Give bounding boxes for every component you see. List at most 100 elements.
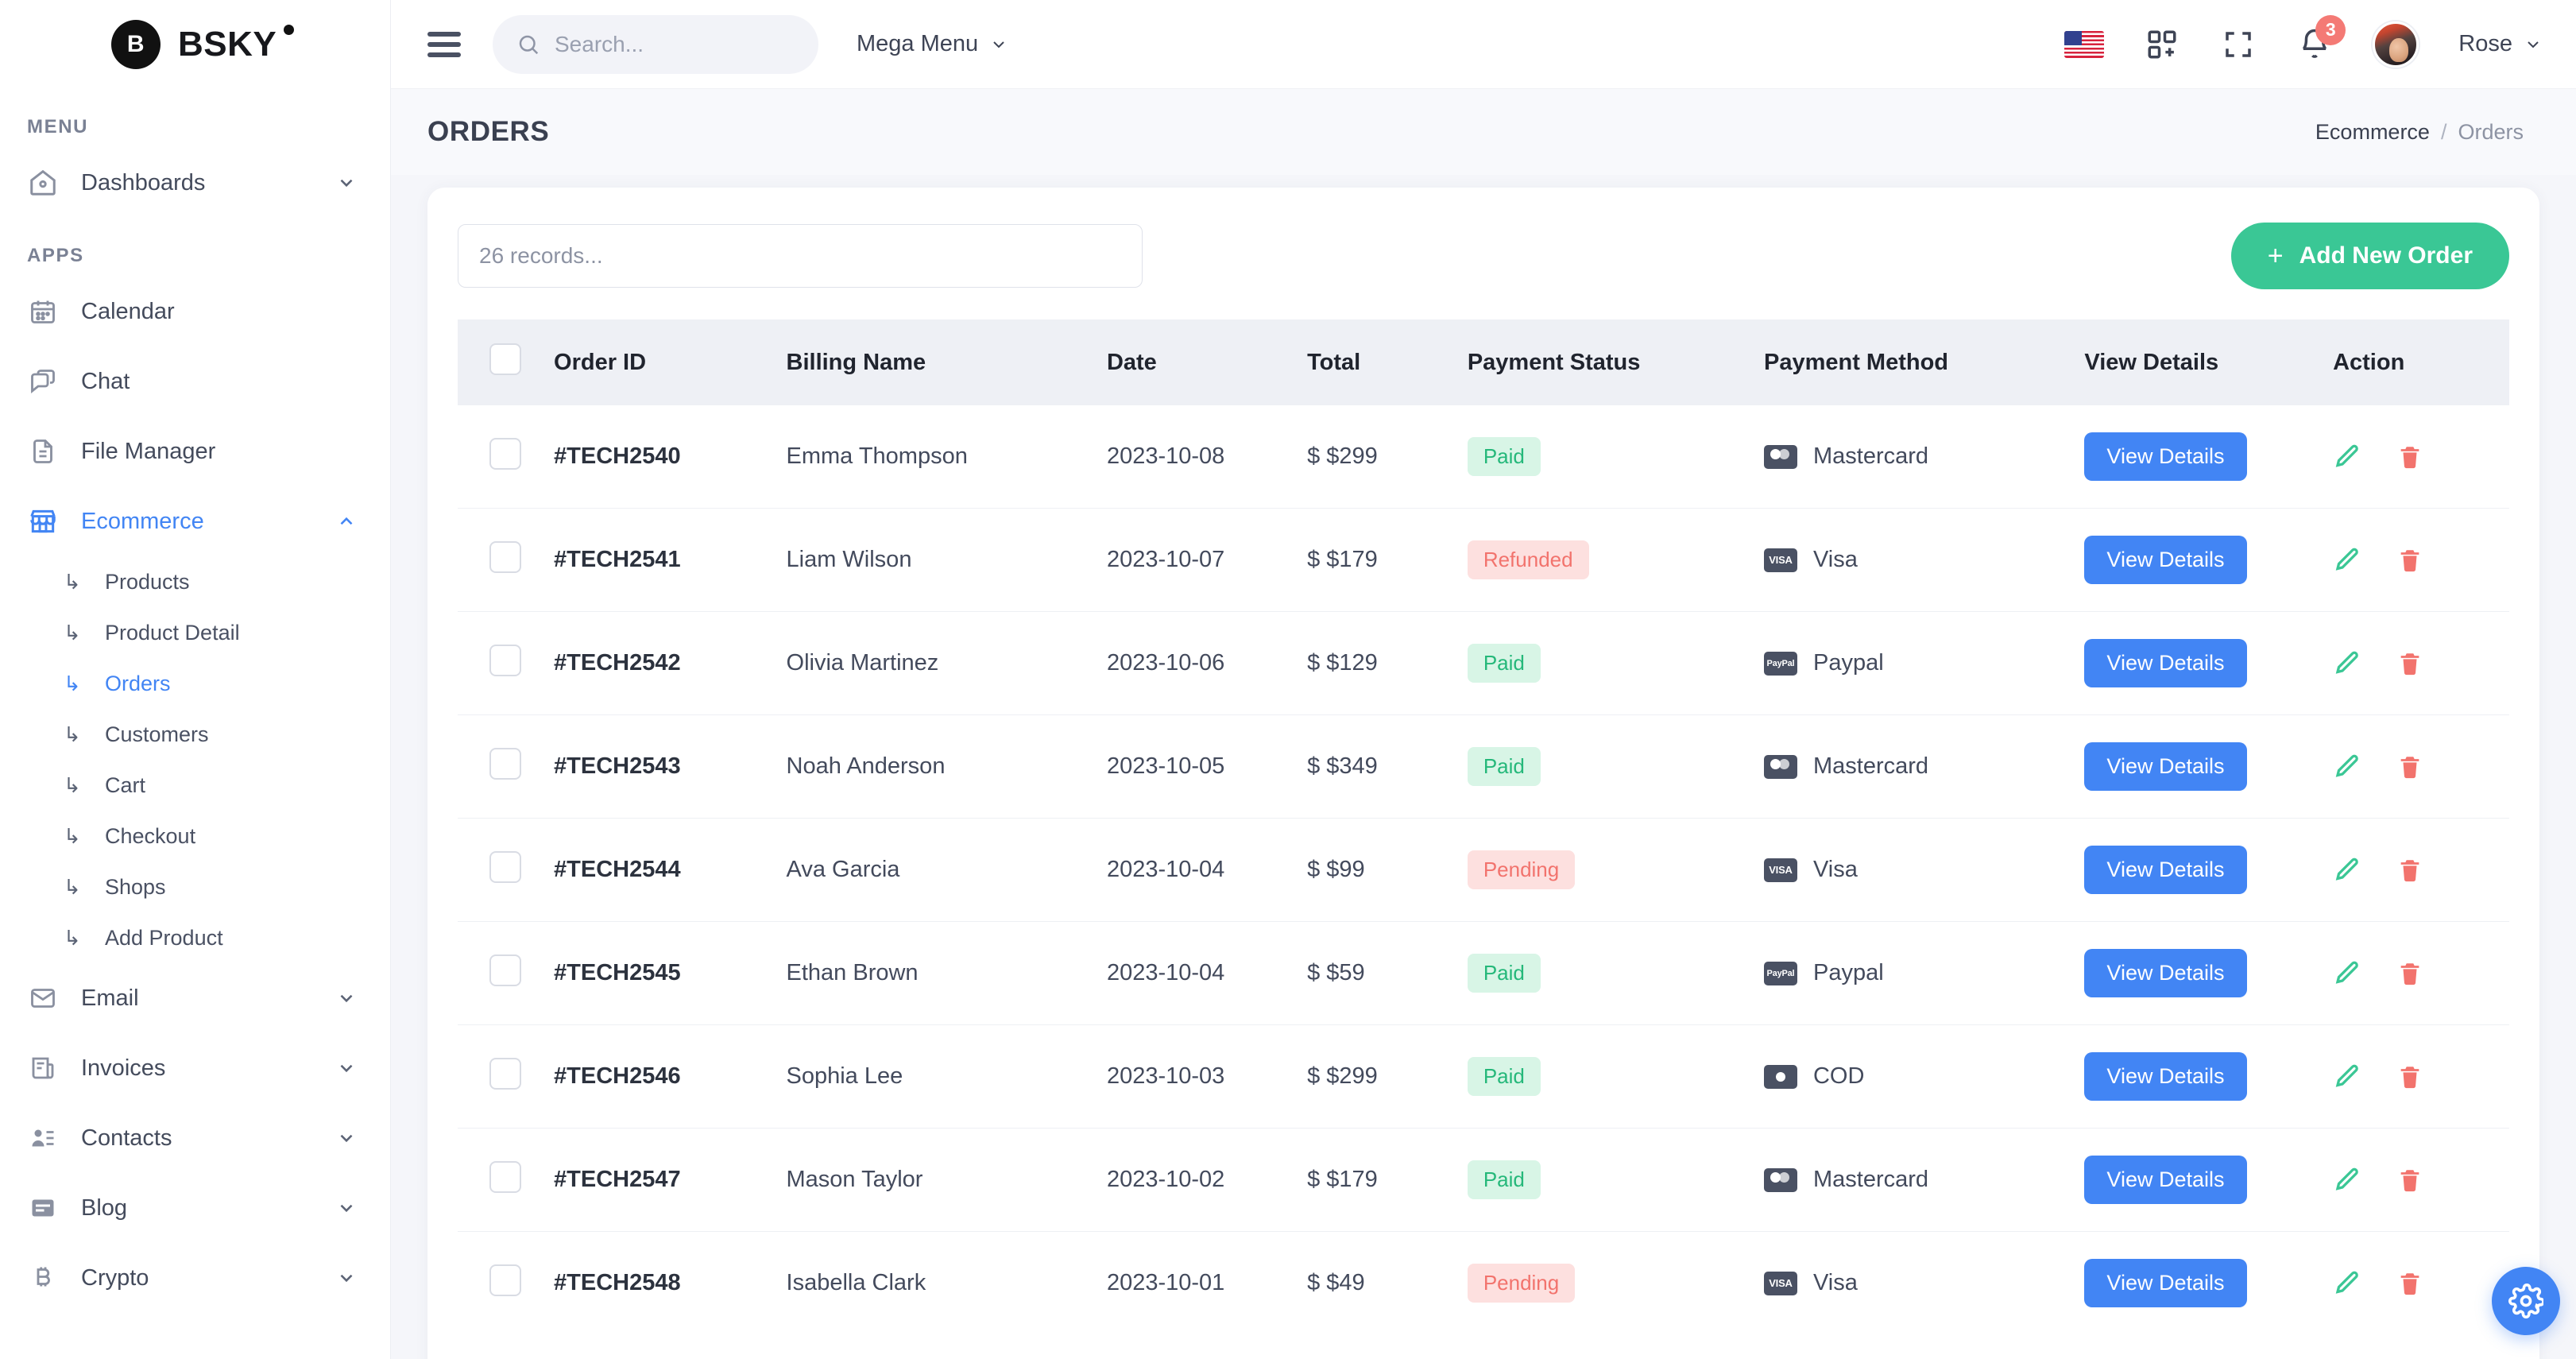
sidebar-item-chat[interactable]: Chat (0, 347, 390, 416)
view-details-button[interactable]: View Details (2084, 742, 2247, 791)
delete-icon[interactable] (2396, 1270, 2423, 1297)
cell-billing-name: Emma Thompson (786, 405, 1107, 509)
sidebar-subitem-customers[interactable]: ↳ Customers (0, 709, 390, 760)
add-new-order-button[interactable]: + Add New Order (2230, 223, 2509, 289)
edit-icon[interactable] (2333, 546, 2361, 575)
row-checkbox[interactable] (489, 747, 521, 780)
sidebar-item-ecommerce[interactable]: Ecommerce (0, 486, 390, 556)
view-details-button[interactable]: View Details (2084, 949, 2247, 997)
brand-logo[interactable]: B BSKY (0, 0, 390, 89)
sidebar-subitem-product-detail[interactable]: ↳ Product Detail (0, 607, 390, 658)
view-details-button[interactable]: View Details (2084, 1052, 2247, 1101)
sidebar-subitem-orders[interactable]: ↳ Orders (0, 658, 390, 709)
cell-order-id: #TECH2544 (554, 818, 787, 922)
mega-menu-label: Mega Menu (857, 31, 979, 56)
apps-grid-add-icon[interactable] (2144, 26, 2180, 63)
sidebar-item-file-manager[interactable]: File Manager (0, 416, 390, 486)
edit-icon[interactable] (2333, 1269, 2361, 1298)
cell-payment-method: Mastercard (1763, 714, 2085, 819)
view-details-button[interactable]: View Details (2084, 846, 2247, 894)
hamburger-menu-icon[interactable] (427, 31, 461, 57)
delete-icon[interactable] (2396, 857, 2423, 884)
global-search[interactable] (493, 14, 841, 74)
delete-icon[interactable] (2396, 650, 2423, 677)
view-details-button[interactable]: View Details (2084, 1156, 2247, 1204)
cell-payment-status: Refunded (1467, 508, 1764, 612)
row-checkbox[interactable] (489, 1160, 521, 1193)
sidebar-item-dashboards[interactable]: Dashboards (0, 148, 390, 218)
row-checkbox[interactable] (489, 1057, 521, 1090)
row-checkbox[interactable] (489, 437, 521, 470)
edit-icon[interactable] (2333, 1063, 2361, 1091)
header-payment-status: Payment Status (1467, 349, 1641, 375)
cell-payment-method: COD (1763, 1024, 2085, 1129)
row-checkbox[interactable] (489, 954, 521, 986)
sidebar-item-calendar[interactable]: Calendar (0, 277, 390, 347)
cell-payment-method: VISA Visa (1763, 1232, 2084, 1335)
search-input[interactable] (555, 31, 841, 57)
bitcoin-icon (27, 1262, 59, 1294)
delete-icon[interactable] (2396, 960, 2423, 987)
fullscreen-icon[interactable] (2220, 26, 2257, 63)
cell-date: 2023-10-04 (1106, 921, 1308, 1025)
breadcrumb-current: Orders (2458, 119, 2524, 144)
sidebar-subitem-products[interactable]: ↳ Products (0, 556, 390, 607)
status-badge: Paid (1467, 644, 1541, 683)
sidebar-item-crypto[interactable]: Crypto (0, 1243, 390, 1313)
header-billing-name: Billing Name (786, 349, 926, 375)
edit-icon[interactable] (2333, 856, 2361, 885)
cell-view-details: View Details (2084, 714, 2334, 819)
edit-icon[interactable] (2333, 753, 2361, 781)
view-details-button[interactable]: View Details (2084, 536, 2247, 584)
sidebar-subitem-checkout[interactable]: ↳ Checkout (0, 811, 390, 861)
edit-icon[interactable] (2333, 1166, 2361, 1194)
row-checkbox[interactable] (489, 1264, 521, 1296)
view-details-button[interactable]: View Details (2084, 639, 2247, 687)
delete-icon[interactable] (2396, 1063, 2423, 1090)
delete-icon[interactable] (2396, 1167, 2423, 1194)
table-header-row: Order ID Billing Name Date Total Payment… (458, 319, 2509, 405)
sidebar-item-contacts[interactable]: Contacts (0, 1103, 390, 1173)
records-search-input[interactable] (458, 224, 1143, 288)
row-checkbox[interactable] (489, 540, 521, 573)
view-details-button[interactable]: View Details (2084, 432, 2247, 481)
breadcrumb-parent[interactable]: Ecommerce (2315, 120, 2430, 145)
cell-order-id: #TECH2547 (554, 1128, 787, 1232)
header-date: Date (1106, 349, 1157, 375)
cell-action (2333, 921, 2509, 1025)
sidebar-subitem-label: Products (105, 569, 190, 594)
select-all-checkbox[interactable] (489, 343, 521, 375)
cell-total: $ $59 (1307, 921, 1468, 1025)
sidebar-item-email[interactable]: Email (0, 963, 390, 1033)
view-details-button[interactable]: View Details (2084, 1259, 2247, 1307)
chevron-down-icon (335, 1196, 358, 1220)
row-checkbox[interactable] (489, 644, 521, 676)
delete-icon[interactable] (2396, 547, 2423, 574)
mega-menu-button[interactable]: Mega Menu (857, 31, 1008, 57)
sidebar-subitem-add-product[interactable]: ↳ Add Product (0, 912, 390, 963)
delete-icon[interactable] (2396, 443, 2423, 470)
avatar[interactable] (2373, 21, 2419, 68)
notifications-button[interactable]: 3 (2296, 14, 2346, 63)
delete-icon[interactable] (2396, 753, 2423, 780)
us-flag-icon[interactable] (2064, 30, 2105, 58)
edit-icon[interactable] (2333, 649, 2361, 678)
sidebar-subitem-cart[interactable]: ↳ Cart (0, 760, 390, 811)
table-row: #TECH2548 Isabella Clark 2023-10-01 $ $49 Pe… (458, 1232, 2509, 1335)
settings-fab-button[interactable] (2492, 1267, 2560, 1335)
chat-icon (27, 366, 59, 397)
status-badge: Pending (1467, 850, 1576, 889)
cell-date: 2023-10-06 (1106, 611, 1308, 715)
order-id-text: #TECH2548 (554, 1270, 681, 1295)
sidebar-item-invoices[interactable]: Invoices (0, 1033, 390, 1103)
sidebar-item-blog[interactable]: Blog (0, 1173, 390, 1243)
status-badge: Refunded (1467, 540, 1589, 579)
add-new-order-label: Add New Order (2299, 242, 2473, 269)
arrow-right-icon: ↳ (64, 722, 81, 746)
contacts-icon (27, 1122, 59, 1154)
user-menu-button[interactable]: Rose (2458, 31, 2543, 57)
edit-icon[interactable] (2333, 959, 2361, 988)
row-checkbox[interactable] (489, 850, 521, 883)
edit-icon[interactable] (2333, 443, 2361, 471)
sidebar-subitem-shops[interactable]: ↳ Shops (0, 861, 390, 912)
